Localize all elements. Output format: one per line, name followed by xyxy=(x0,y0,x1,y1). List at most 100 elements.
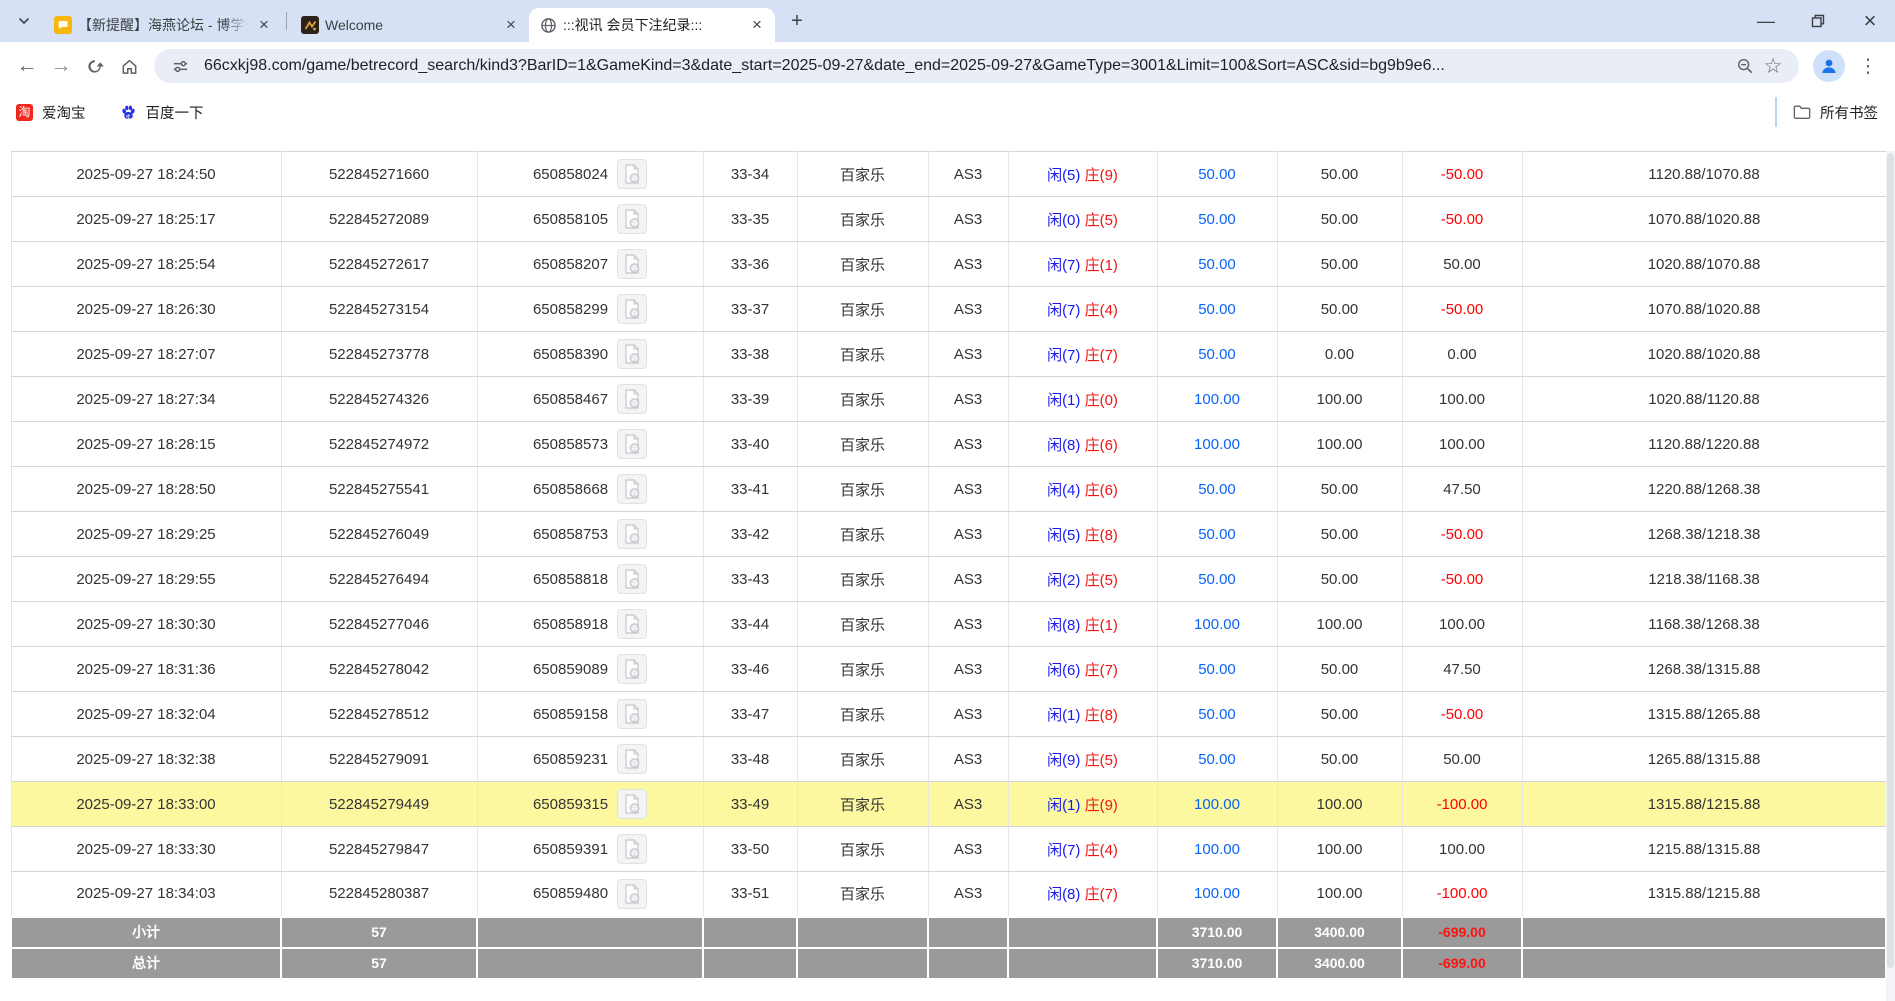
table-row[interactable]: 2025-09-27 18:28:50 522845275541 6508586… xyxy=(11,467,1886,512)
video-replay-icon[interactable] xyxy=(617,699,647,729)
video-replay-icon[interactable] xyxy=(617,249,647,279)
cell-bet-amount: 50.00 xyxy=(1157,197,1277,242)
close-icon[interactable]: × xyxy=(501,15,521,35)
browser-menu-button[interactable]: ⋮ xyxy=(1851,49,1885,83)
all-bookmarks-button[interactable]: 所有书签 xyxy=(1775,97,1895,127)
cell-bet-time: 2025-09-27 18:33:30 xyxy=(11,827,281,872)
url-text[interactable]: 66cxkj98.com/game/betrecord_search/kind3… xyxy=(204,57,1731,75)
video-replay-icon[interactable] xyxy=(617,654,647,684)
video-replay-icon[interactable] xyxy=(617,429,647,459)
tab-title: :::视讯 会员下注纪录::: xyxy=(563,15,741,35)
scrollbar-thumb[interactable] xyxy=(1887,153,1894,968)
tab-search-button[interactable] xyxy=(10,7,38,35)
summary-empty-cell xyxy=(477,917,703,948)
bookmark-star-icon[interactable]: ☆ xyxy=(1759,52,1787,80)
video-replay-icon[interactable] xyxy=(617,609,647,639)
player-result: 闲(9) xyxy=(1047,752,1080,769)
cell-result: 闲(0) 庄(5) xyxy=(1008,197,1157,242)
table-row[interactable]: 2025-09-27 18:24:50 522845271660 6508580… xyxy=(11,152,1886,197)
bookmark-label: 爱淘宝 xyxy=(42,102,86,123)
video-replay-icon[interactable] xyxy=(617,384,647,414)
video-replay-icon[interactable] xyxy=(617,204,647,234)
new-tab-button[interactable]: + xyxy=(783,7,811,35)
cell-result: 闲(2) 庄(5) xyxy=(1008,557,1157,602)
table-row[interactable]: 2025-09-27 18:32:04 522845278512 6508591… xyxy=(11,692,1886,737)
video-replay-icon[interactable] xyxy=(617,339,647,369)
cell-result: 闲(8) 庄(1) xyxy=(1008,602,1157,647)
refresh-button[interactable] xyxy=(78,49,112,83)
player-result: 闲(5) xyxy=(1047,527,1080,544)
address-bar[interactable]: 66cxkj98.com/game/betrecord_search/kind3… xyxy=(154,49,1799,83)
table-row[interactable]: 2025-09-27 18:33:30 522845279847 6508593… xyxy=(11,827,1886,872)
cell-game-no: 650859089 xyxy=(477,647,703,692)
tab-betrecord-active[interactable]: :::视讯 会员下注纪录::: × xyxy=(529,8,775,42)
cell-table-code: AS3 xyxy=(928,467,1008,512)
profile-avatar[interactable] xyxy=(1813,50,1845,82)
tab-welcome[interactable]: Welcome × xyxy=(291,8,529,42)
bookmark-taobao[interactable]: 淘 爱淘宝 xyxy=(16,102,86,123)
cell-valid-amount: 50.00 xyxy=(1277,467,1402,512)
minimize-button[interactable]: — xyxy=(1751,6,1781,36)
table-row[interactable]: 2025-09-27 18:25:54 522845272617 6508582… xyxy=(11,242,1886,287)
banker-result: 庄(5) xyxy=(1085,212,1118,229)
cell-game-no: 650858918 xyxy=(477,602,703,647)
zoom-out-icon[interactable] xyxy=(1731,52,1759,80)
game-number: 650858668 xyxy=(533,481,608,498)
cell-round: 33-34 xyxy=(703,152,797,197)
cell-game-no: 650858818 xyxy=(477,557,703,602)
cell-valid-amount: 50.00 xyxy=(1277,287,1402,332)
table-row[interactable]: 2025-09-27 18:33:00 522845279449 6508593… xyxy=(11,782,1886,827)
video-replay-icon[interactable] xyxy=(617,564,647,594)
game-number: 650858299 xyxy=(533,301,608,318)
video-replay-icon[interactable] xyxy=(617,474,647,504)
cell-result: 闲(7) 庄(4) xyxy=(1008,287,1157,332)
video-replay-icon[interactable] xyxy=(617,159,647,189)
cell-result: 闲(1) 庄(8) xyxy=(1008,692,1157,737)
table-row[interactable]: 2025-09-27 18:32:38 522845279091 6508592… xyxy=(11,737,1886,782)
cell-game-type: 百家乐 xyxy=(797,422,928,467)
table-row[interactable]: 2025-09-27 18:28:15 522845274972 6508585… xyxy=(11,422,1886,467)
cell-bet-time: 2025-09-27 18:33:00 xyxy=(11,782,281,827)
video-replay-icon[interactable] xyxy=(617,834,647,864)
cell-table-code: AS3 xyxy=(928,197,1008,242)
video-replay-icon[interactable] xyxy=(617,294,647,324)
banker-result: 庄(9) xyxy=(1085,167,1118,184)
table-row[interactable]: 2025-09-27 18:29:55 522845276494 6508588… xyxy=(11,557,1886,602)
page-scrollbar[interactable] xyxy=(1886,151,1895,1001)
video-replay-icon[interactable] xyxy=(617,789,647,819)
video-replay-icon[interactable] xyxy=(617,519,647,549)
tab-divider xyxy=(286,12,287,30)
player-result: 闲(7) xyxy=(1047,842,1080,859)
player-result: 闲(1) xyxy=(1047,707,1080,724)
tab-forum[interactable]: 【新提醒】海燕论坛 - 博学交流 × xyxy=(44,8,282,42)
close-icon[interactable]: × xyxy=(254,15,274,35)
table-row[interactable]: 2025-09-27 18:31:36 522845278042 6508590… xyxy=(11,647,1886,692)
video-replay-icon[interactable] xyxy=(617,744,647,774)
table-row[interactable]: 2025-09-27 18:26:30 522845273154 6508582… xyxy=(11,287,1886,332)
table-row[interactable]: 2025-09-27 18:25:17 522845272089 6508581… xyxy=(11,197,1886,242)
cell-bet-id: 522845280387 xyxy=(281,872,477,917)
refresh-icon xyxy=(86,57,105,76)
player-result: 闲(7) xyxy=(1047,302,1080,319)
video-replay-icon[interactable] xyxy=(617,879,647,909)
cell-game-type: 百家乐 xyxy=(797,827,928,872)
cell-game-no: 650858753 xyxy=(477,512,703,557)
summary-empty-cell xyxy=(1522,917,1886,948)
banker-result: 庄(5) xyxy=(1085,752,1118,769)
restore-button[interactable] xyxy=(1803,6,1833,36)
table-row[interactable]: 2025-09-27 18:27:34 522845274326 6508584… xyxy=(11,377,1886,422)
site-info-icon[interactable] xyxy=(166,52,194,80)
close-icon[interactable]: × xyxy=(747,15,767,35)
home-button[interactable] xyxy=(112,49,146,83)
back-button[interactable]: ← xyxy=(10,49,44,83)
summary-win-loss-total: -699.00 xyxy=(1402,917,1522,948)
table-row[interactable]: 2025-09-27 18:29:25 522845276049 6508587… xyxy=(11,512,1886,557)
close-window-button[interactable]: × xyxy=(1855,6,1885,36)
bookmark-baidu[interactable]: 百度一下 xyxy=(120,102,204,123)
cell-bet-time: 2025-09-27 18:34:03 xyxy=(11,872,281,917)
summary-win-loss-total: -699.00 xyxy=(1402,948,1522,979)
table-row[interactable]: 2025-09-27 18:30:30 522845277046 6508589… xyxy=(11,602,1886,647)
table-row[interactable]: 2025-09-27 18:27:07 522845273778 6508583… xyxy=(11,332,1886,377)
table-row[interactable]: 2025-09-27 18:34:03 522845280387 6508594… xyxy=(11,872,1886,917)
forward-button[interactable]: → xyxy=(44,49,78,83)
